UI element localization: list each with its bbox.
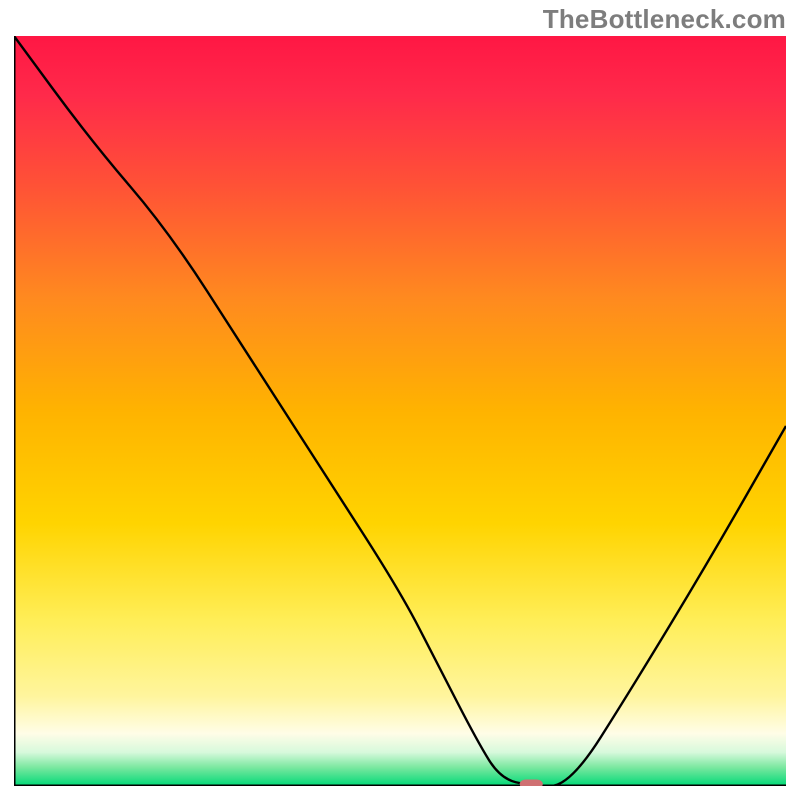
bottleneck-chart xyxy=(14,36,786,786)
optimal-marker xyxy=(520,780,543,787)
watermark-text: TheBottleneck.com xyxy=(543,4,786,35)
plot-background xyxy=(14,36,786,786)
